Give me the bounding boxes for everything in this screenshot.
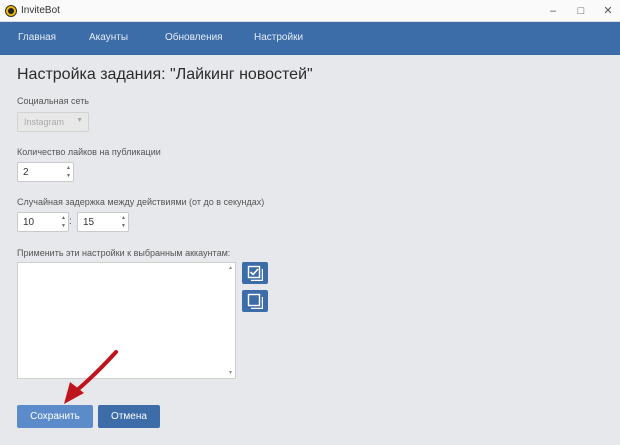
chevron-down-icon: ▼ [76,117,83,124]
scroll-up-icon[interactable]: ▲ [228,265,233,271]
accounts-label: Применить эти настройки к выбранным акка… [17,248,231,258]
likes-count-label: Количество лайков на публикации [17,147,161,157]
nav-item-updates[interactable]: Обновления [165,32,223,43]
nav-item-settings[interactable]: Настройки [254,32,303,43]
likes-count-value: 2 [23,167,29,178]
minimize-icon[interactable]: – [545,3,561,19]
app-logo-icon [5,5,17,17]
nav-bar: Главная Акаунты Обновления Настройки [0,22,620,55]
close-icon[interactable]: ✕ [600,3,616,19]
accounts-list[interactable]: ▲ ▼ [17,262,236,379]
delay-to-stepper[interactable]: 15 ▲ ▼ [77,212,129,232]
stepper-arrows-icon[interactable]: ▲ ▼ [61,214,66,230]
social-network-value: Instagram [24,117,65,127]
delay-from-stepper[interactable]: 10 ▲ ▼ [17,212,69,232]
select-all-button[interactable] [242,262,268,284]
deselect-all-icon [247,293,263,309]
save-button[interactable]: Сохранить [17,405,93,428]
delay-separator: : [69,216,72,227]
cancel-button[interactable]: Отмена [98,405,160,428]
maximize-icon[interactable]: □ [573,3,589,19]
social-network-select[interactable]: Instagram ▼ [17,112,89,132]
delay-label: Случайная задержка между действиями (от … [17,197,265,207]
nav-item-accounts[interactable]: Акаунты [89,32,128,43]
select-all-icon [247,265,263,281]
window-title: InviteBot [21,5,60,16]
page-title: Настройка задания: "Лайкинг новостей" [17,66,313,83]
deselect-all-button[interactable] [242,290,268,312]
title-bar: InviteBot – □ ✕ [0,0,620,22]
likes-count-stepper[interactable]: 2 ▲ ▼ [17,162,74,182]
nav-item-home[interactable]: Главная [18,32,56,43]
social-network-label: Социальная сеть [17,96,89,106]
stepper-arrows-icon[interactable]: ▲ ▼ [66,164,71,180]
stepper-arrows-icon[interactable]: ▲ ▼ [121,214,126,230]
delay-to-value: 15 [83,217,95,228]
delay-from-value: 10 [23,217,35,228]
scroll-down-icon[interactable]: ▼ [228,370,233,376]
